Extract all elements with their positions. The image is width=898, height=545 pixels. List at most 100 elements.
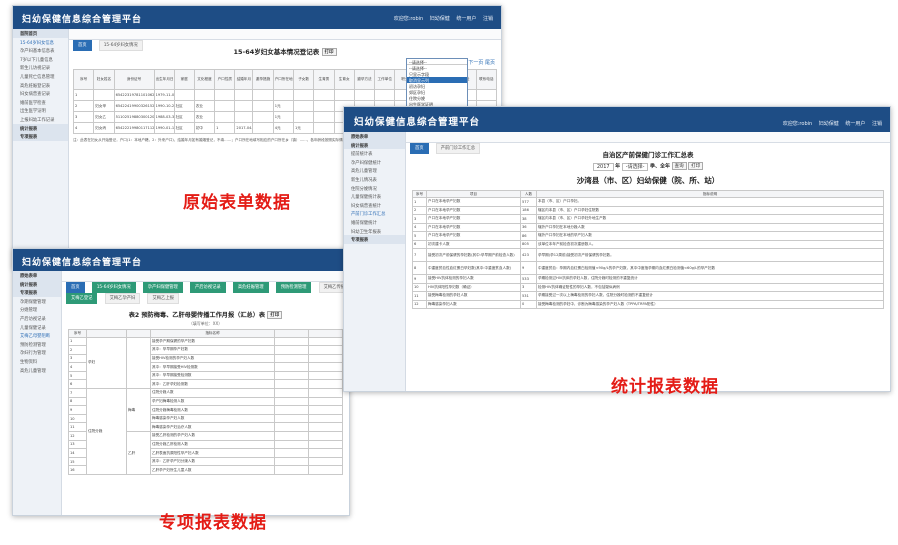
sidebar-item[interactable]: 生物资料 — [13, 357, 61, 366]
quarter-select[interactable]: -请选择- — [621, 162, 649, 171]
value-cell[interactable] — [274, 465, 309, 475]
value-cell[interactable] — [274, 345, 309, 355]
sidebar-item-stats[interactable]: 统计报表 — [13, 123, 68, 133]
sidebar-item[interactable]: 新生儿情况表 — [344, 175, 405, 184]
value-cell[interactable] — [308, 465, 343, 475]
sidebar-item[interactable]: 提前统计表 — [344, 149, 405, 158]
sidebar-item[interactable]: 高危儿童管理 — [344, 166, 405, 175]
value-cell[interactable] — [308, 345, 343, 355]
sidebar-item-special[interactable]: 专项报表 — [13, 132, 68, 141]
value-cell[interactable] — [274, 353, 309, 364]
value-cell[interactable] — [274, 405, 309, 415]
sidebar-item[interactable]: 婚前医学检查 — [13, 98, 68, 107]
table-cell: 辖区内本县（市、区）户口孕妇外地生产数 — [536, 214, 884, 224]
tab[interactable]: 高危妊娠管理 — [232, 281, 269, 293]
table-cell: 12 — [412, 299, 427, 309]
tab-women-info[interactable]: 15-64岁妇女情况 — [98, 39, 143, 51]
sidebar-item[interactable]: 儿童保健记录 — [13, 323, 61, 332]
sidebar-item[interactable]: 原始表单 — [13, 271, 61, 280]
sidebar-item[interactable]: 妇女病普查统计 — [344, 201, 405, 210]
print-button[interactable]: 打印 — [267, 310, 283, 319]
sidebar-item[interactable]: 专项报表 — [13, 288, 61, 297]
value-cell[interactable] — [274, 431, 309, 441]
value-cell[interactable] — [274, 388, 309, 398]
sidebar-item[interactable]: 孕妇行为管理 — [13, 348, 61, 357]
value-cell[interactable] — [274, 396, 309, 407]
sidebar-item[interactable]: 高危儿童管理 — [13, 366, 61, 375]
subtab[interactable]: 艾梅乙孕产妇 — [104, 292, 141, 304]
sidebar-item[interactable]: 儿童保健统计表 — [344, 192, 405, 201]
value-cell[interactable] — [308, 431, 343, 441]
sidebar-item[interactable]: 新生儿访视记录 — [13, 63, 68, 72]
year-input[interactable]: 2017 — [592, 162, 614, 171]
value-cell[interactable] — [308, 413, 343, 424]
sidebar-item[interactable]: 出生医学证明 — [13, 106, 68, 115]
logout-link[interactable]: 注销 — [872, 121, 882, 127]
tab[interactable]: 产后访视记录 — [189, 281, 226, 293]
sidebar-item[interactable]: 专项报表 — [344, 235, 405, 244]
value-cell[interactable] — [308, 405, 343, 415]
header-link[interactable]: 妇幼保健 — [819, 121, 839, 127]
sidebar-item[interactable]: 原始表单 — [344, 132, 405, 141]
sidebar-item[interactable]: 住院分娩情况 — [344, 184, 405, 193]
sidebar-item[interactable]: 艾梅乙母婴阻断 — [13, 331, 61, 340]
tab[interactable]: 预防检测管理 — [275, 281, 312, 293]
value-cell[interactable] — [274, 370, 309, 381]
sidebar-item[interactable]: 高危妊娠登记表 — [13, 81, 68, 90]
table-cell: 14 — [68, 448, 87, 458]
header-link[interactable]: 妇幼保健 — [430, 16, 450, 22]
sidebar-item[interactable]: 孕期保健管理 — [13, 297, 61, 306]
sidebar-item[interactable]: 预防检测管理 — [13, 340, 61, 349]
sidebar-item[interactable]: 产后访视记录 — [13, 314, 61, 323]
value-cell[interactable] — [308, 448, 343, 458]
value-cell[interactable] — [308, 456, 343, 467]
subtab[interactable]: 艾梅乙登记 — [66, 292, 98, 304]
header-user-area: 欢迎您:robin 妇幼保健 统一用户 注销 — [389, 15, 493, 22]
value-cell[interactable] — [308, 439, 343, 450]
sidebar-item[interactable]: 15-64岁妇女信息 — [13, 38, 68, 47]
subtab[interactable]: 艾梅乙上报 — [147, 292, 179, 304]
sidebar-item[interactable]: 婚前保健统计 — [344, 218, 405, 227]
table-cell: 妇女甲 — [93, 100, 115, 112]
table-cell — [313, 111, 335, 123]
value-cell[interactable] — [308, 336, 343, 347]
value-cell[interactable] — [308, 370, 343, 381]
value-cell[interactable] — [308, 422, 343, 433]
print-button[interactable]: 打印 — [321, 48, 337, 56]
value-cell[interactable] — [274, 456, 309, 467]
tab-home[interactable]: 首页 — [410, 142, 429, 154]
sidebar-item[interactable]: 统计报表 — [13, 279, 61, 289]
value-cell[interactable] — [274, 379, 309, 390]
table-cell: 6 — [68, 379, 87, 390]
sidebar-item[interactable]: 分娩管理 — [13, 305, 61, 314]
value-cell[interactable] — [308, 388, 343, 398]
query-button[interactable]: 查询 — [671, 162, 687, 170]
logout-link[interactable]: 注销 — [483, 16, 493, 22]
sidebar-item[interactable]: 7岁以下儿童信息 — [13, 55, 68, 64]
sidebar-item[interactable]: 妇女病普查记录 — [13, 89, 68, 98]
value-cell[interactable] — [274, 422, 309, 433]
sidebar-item[interactable]: 孕产妇基本信息表 — [13, 46, 68, 55]
print-button[interactable]: 打印 — [688, 162, 704, 170]
value-cell[interactable] — [274, 413, 309, 424]
value-cell[interactable] — [308, 396, 343, 407]
sidebar-item[interactable]: 首院首页 — [13, 29, 68, 38]
sidebar-item[interactable]: 上报妇幼工作记录 — [13, 115, 68, 124]
sidebar-item[interactable]: 孕产妇保健统计 — [344, 158, 405, 167]
table-cell: 1979-11-01 — [153, 89, 175, 101]
sidebar-item[interactable]: 统计报表 — [344, 140, 405, 150]
value-cell[interactable] — [308, 362, 343, 372]
value-cell[interactable] — [274, 336, 309, 347]
value-cell[interactable] — [308, 379, 343, 390]
sidebar-item[interactable]: 儿童死亡信息管理 — [13, 72, 68, 81]
tab-home[interactable]: 首页 — [73, 39, 92, 51]
header-link[interactable]: 统一用户 — [845, 121, 865, 127]
sidebar-item[interactable]: 产前门诊工作汇总 — [344, 209, 405, 218]
sidebar-item[interactable]: 妇幼卫生年报表 — [344, 227, 405, 236]
value-cell[interactable] — [308, 353, 343, 364]
value-cell[interactable] — [274, 439, 309, 450]
value-cell[interactable] — [274, 362, 309, 372]
tab-prenatal[interactable]: 产前门诊工作汇总 — [435, 142, 481, 154]
value-cell[interactable] — [274, 448, 309, 458]
header-link[interactable]: 统一用户 — [456, 16, 476, 22]
